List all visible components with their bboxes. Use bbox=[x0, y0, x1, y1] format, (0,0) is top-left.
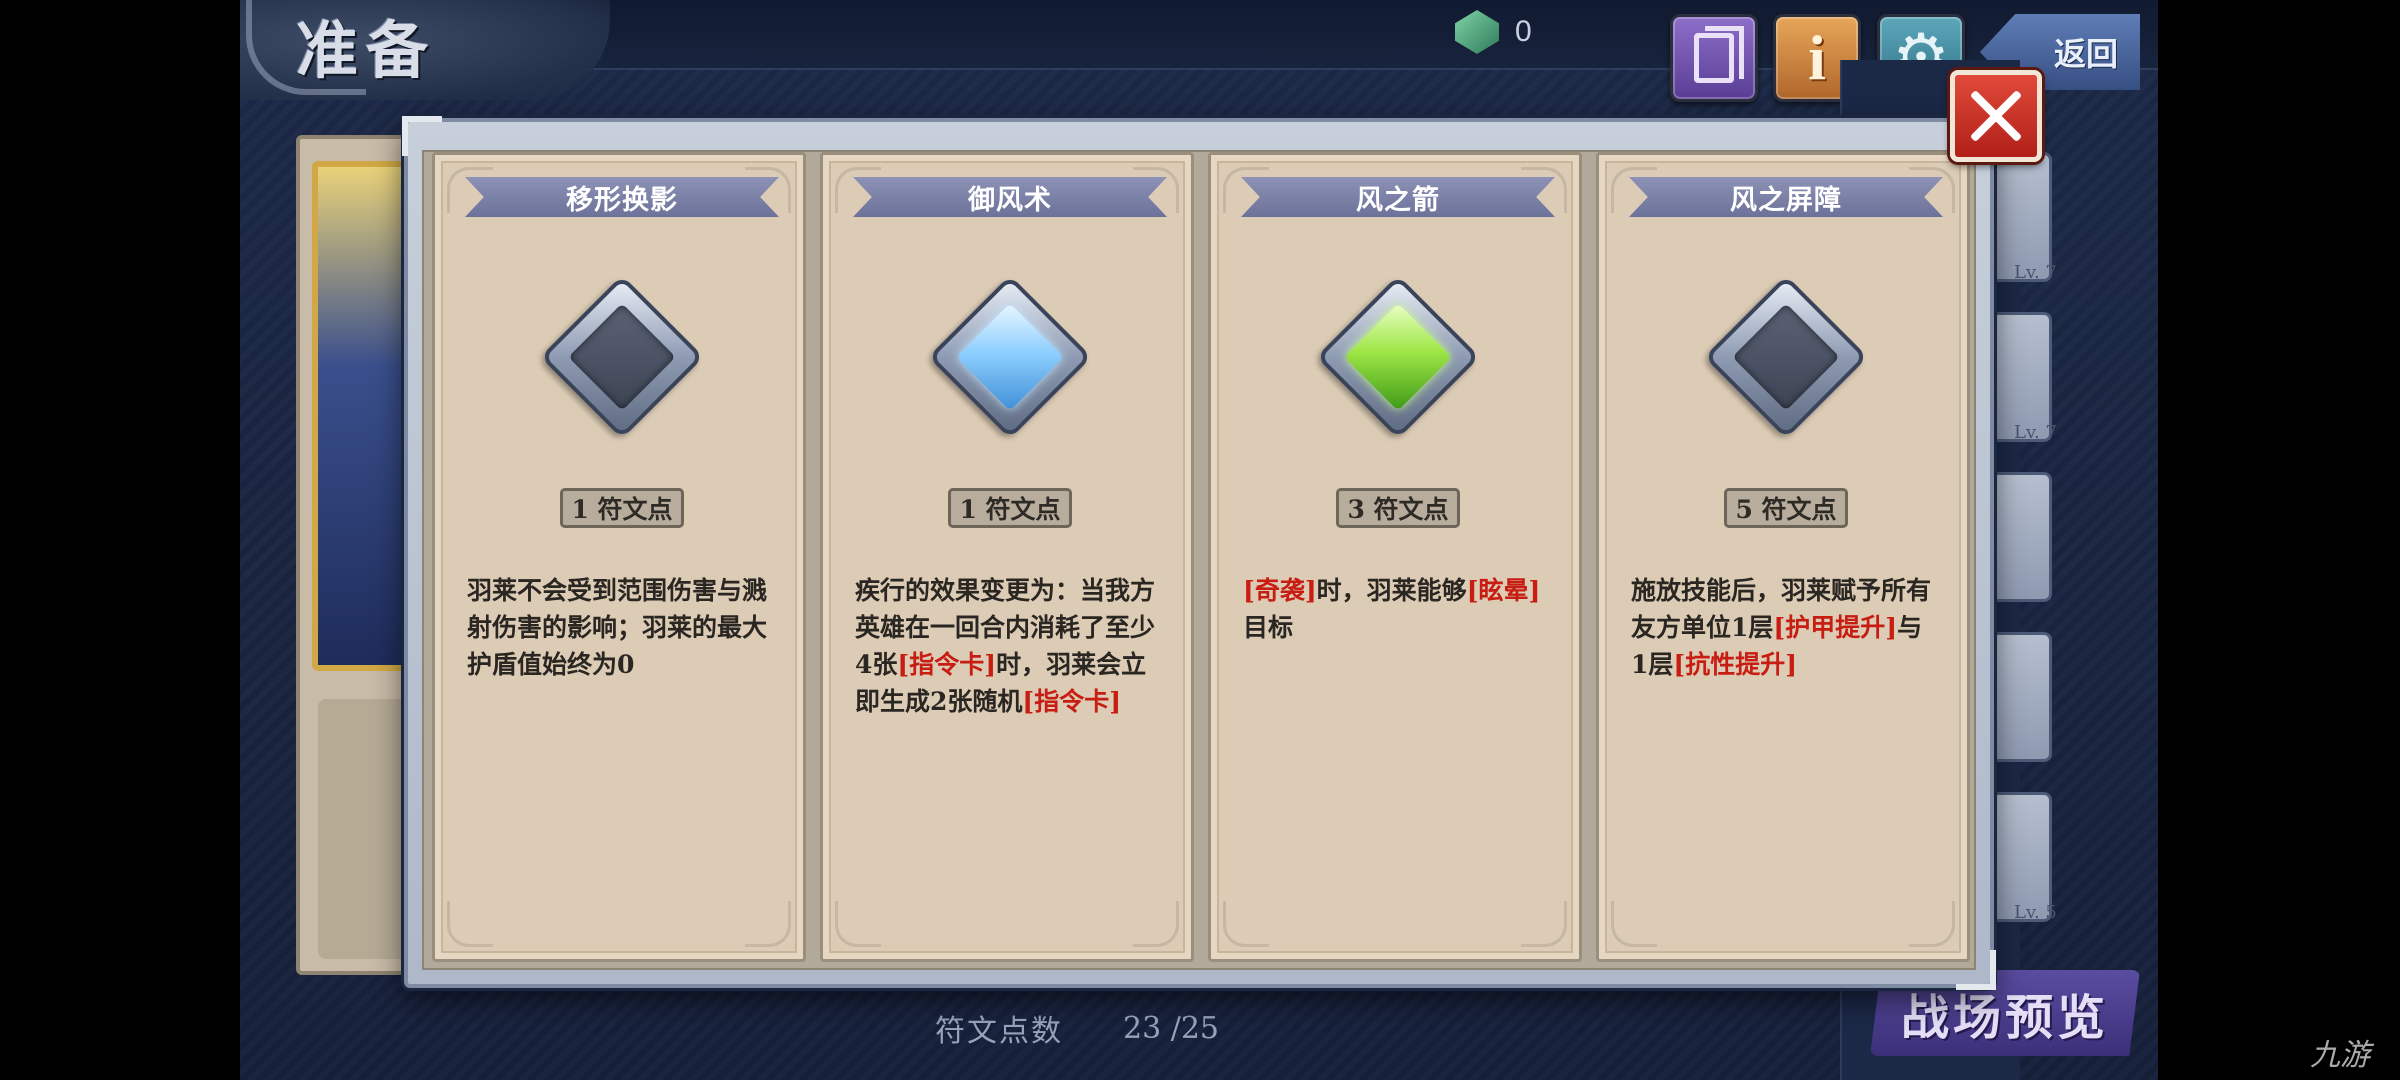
keyword-text: [指令卡] bbox=[1022, 687, 1122, 716]
modal-body: 移形换影 1 符文点羽莱不会受到范围伤害与溅射伤害的影响；羽莱的最大护盾值始终为0… bbox=[422, 150, 1976, 970]
rune-points-value: 23 /25 bbox=[1123, 1010, 1219, 1046]
card-corner-ornament bbox=[1611, 901, 1657, 947]
rune-gem-icon[interactable] bbox=[1315, 274, 1481, 440]
card-ribbon: 御风术 bbox=[853, 177, 1167, 217]
unit-level: Lv. 5 bbox=[2014, 902, 2057, 923]
battle-preview-label: 战场预览 bbox=[1900, 990, 2109, 1046]
keyword-text: [护甲提升] bbox=[1773, 613, 1898, 642]
rune-card[interactable]: 移形换影 1 符文点羽莱不会受到范围伤害与溅射伤害的影响；羽莱的最大护盾值始终为0 bbox=[432, 152, 806, 962]
close-icon bbox=[1967, 87, 2025, 145]
card-corner-ornament bbox=[447, 901, 493, 947]
card-description: 疾行的效果变更为：当我方英雄在一回合内消耗了至少4张[指令卡]时，羽莱会立即生成… bbox=[855, 572, 1155, 720]
rune-cost-badge: 1 符文点 bbox=[560, 488, 684, 528]
keyword-text: [抗性提升] bbox=[1673, 650, 1798, 679]
card-corner-ornament bbox=[1909, 901, 1955, 947]
gem-frame bbox=[1315, 274, 1481, 440]
gem-core bbox=[956, 303, 1064, 411]
gem-core bbox=[1344, 303, 1452, 411]
gem-frame bbox=[927, 274, 1093, 440]
codex-button[interactable] bbox=[1670, 14, 1758, 102]
card-title: 风之箭 bbox=[1356, 184, 1440, 216]
rune-cost-label: 1 符文点 bbox=[959, 495, 1061, 524]
card-corner-ornament bbox=[745, 901, 791, 947]
card-corner-ornament bbox=[1133, 901, 1179, 947]
rune-cost-badge: 1 符文点 bbox=[948, 488, 1072, 528]
gem-core bbox=[1732, 303, 1840, 411]
hero-panel bbox=[296, 135, 418, 975]
rune-gem-icon[interactable] bbox=[539, 274, 705, 440]
card-title: 移形换影 bbox=[566, 184, 678, 216]
card-title: 风之屏障 bbox=[1730, 184, 1842, 216]
rune-gem-icon[interactable] bbox=[927, 274, 1093, 440]
book-icon bbox=[1694, 26, 1744, 83]
gem-frame bbox=[539, 274, 705, 440]
rune-gem-icon[interactable] bbox=[1703, 274, 1869, 440]
back-label: 返回 bbox=[2053, 35, 2118, 73]
rune-card[interactable]: 风之屏障 5 符文点施放技能后，羽莱赋予所有友方单位1层[护甲提升]与1层[抗性提… bbox=[1596, 152, 1970, 962]
gem-counter: 0 bbox=[1455, 10, 1532, 54]
hero-sub-panel bbox=[318, 699, 418, 959]
gem-count: 0 bbox=[1515, 15, 1532, 48]
card-ribbon: 风之屏障 bbox=[1629, 177, 1943, 217]
watermark-logo: 九游 bbox=[2310, 1038, 2370, 1073]
keyword-text: [指令卡] bbox=[897, 650, 997, 679]
card-description: 施放技能后，羽莱赋予所有友方单位1层[护甲提升]与1层[抗性提升] bbox=[1631, 572, 1931, 683]
description-text: 时，羽莱能够 bbox=[1316, 576, 1467, 605]
rune-cost-badge: 3 符文点 bbox=[1336, 488, 1460, 528]
close-button[interactable] bbox=[1950, 70, 2042, 162]
rune-points-total: 符文点数 23 /25 bbox=[935, 1006, 1219, 1050]
card-corner-ornament bbox=[1223, 901, 1269, 947]
card-description: 羽莱不会受到范围伤害与溅射伤害的影响；羽莱的最大护盾值始终为0 bbox=[467, 572, 767, 683]
gem-frame bbox=[1703, 274, 1869, 440]
unit-level: Lv. 7 bbox=[2014, 262, 2057, 283]
info-icon: i bbox=[1808, 22, 1826, 93]
unit-level: Lv. 7 bbox=[2014, 422, 2057, 443]
rune-cost-label: 3 符文点 bbox=[1347, 495, 1449, 524]
hero-portrait bbox=[312, 161, 412, 671]
rune-cost-badge: 5 符文点 bbox=[1724, 488, 1848, 528]
rune-card[interactable]: 御风术 1 符文点疾行的效果变更为：当我方英雄在一回合内消耗了至少4张[指令卡]时… bbox=[820, 152, 1194, 962]
card-corner-ornament bbox=[1521, 901, 1567, 947]
description-text: 目标 bbox=[1243, 613, 1294, 642]
rune-card[interactable]: 风之箭 3 符文点 [奇袭]时，羽莱能够[眩晕] 目标 bbox=[1208, 152, 1582, 962]
page-title: 准备 bbox=[296, 14, 437, 87]
rune-points-label: 符文点数 bbox=[935, 1014, 1063, 1049]
card-corner-ornament bbox=[835, 901, 881, 947]
keyword-text: [眩晕] bbox=[1466, 576, 1541, 605]
gem-core bbox=[568, 303, 676, 411]
rune-cost-label: 1 符文点 bbox=[571, 495, 673, 524]
card-description: [奇袭]时，羽莱能够[眩晕] 目标 bbox=[1243, 572, 1543, 646]
keyword-text: [奇袭] bbox=[1243, 576, 1317, 605]
rune-cost-label: 5 符文点 bbox=[1735, 495, 1837, 524]
card-ribbon: 移形换影 bbox=[465, 177, 779, 217]
description-text: 羽莱不会受到范围伤害与溅射伤害的影响；羽莱的最大护盾值始终为0 bbox=[467, 576, 768, 679]
card-ribbon: 风之箭 bbox=[1241, 177, 1555, 217]
gem-icon bbox=[1455, 10, 1499, 54]
card-title: 御风术 bbox=[968, 184, 1052, 216]
rune-modal: 移形换影 1 符文点羽莱不会受到范围伤害与溅射伤害的影响；羽莱的最大护盾值始终为0… bbox=[402, 116, 1996, 990]
title-plate: 准备 bbox=[240, 0, 610, 100]
